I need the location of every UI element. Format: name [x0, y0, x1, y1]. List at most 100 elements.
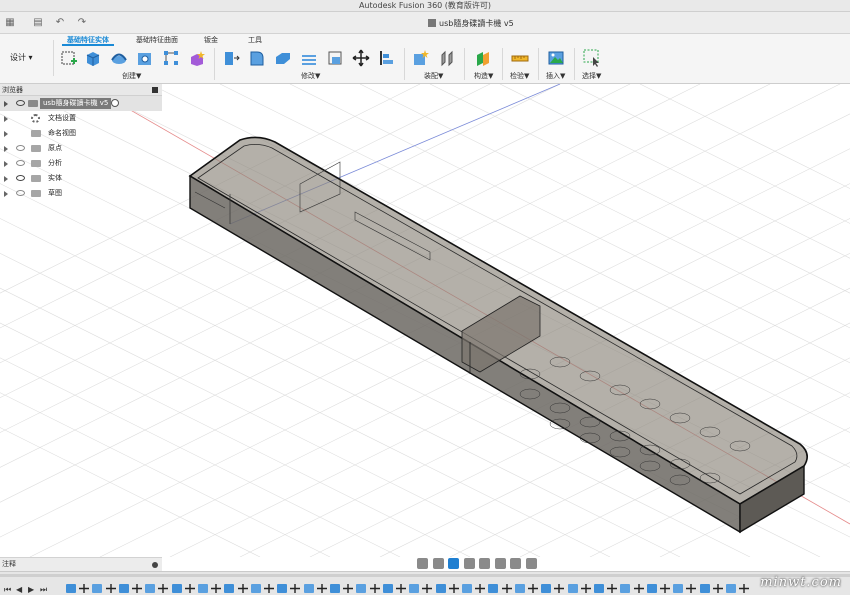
browser-item-origin[interactable]: 原点 — [0, 141, 162, 156]
extrude-feature-icon[interactable] — [330, 584, 340, 593]
extrude-feature-icon[interactable] — [382, 584, 393, 593]
play-icon[interactable]: ▶ — [28, 585, 34, 594]
browser-item-sketches[interactable]: 草图 — [0, 186, 162, 201]
extrude-icon[interactable] — [84, 49, 102, 67]
fast-forward-icon[interactable]: ⏭ — [40, 585, 47, 595]
move-feature-icon[interactable] — [528, 584, 538, 593]
move-feature-icon[interactable] — [132, 584, 142, 593]
move-feature-icon[interactable] — [343, 584, 354, 593]
modify-menu[interactable]: 修改▼ — [301, 71, 320, 81]
extrude-feature-icon[interactable] — [277, 584, 288, 593]
extrude-feature-icon[interactable] — [409, 584, 420, 593]
extrude-feature-icon[interactable] — [673, 584, 684, 593]
tab-solid[interactable]: 基础特征实体 — [62, 34, 114, 46]
move-feature-icon[interactable] — [237, 584, 248, 593]
activate-radio-icon[interactable] — [111, 99, 119, 107]
browser-root-item[interactable]: usb隨身碟讀卡機 v5 — [0, 96, 162, 111]
extrude-feature-icon[interactable] — [726, 584, 736, 593]
move-feature-icon[interactable] — [158, 584, 169, 593]
extrude-feature-icon[interactable] — [303, 584, 314, 593]
move-feature-icon[interactable] — [105, 584, 116, 593]
select-icon[interactable] — [583, 49, 601, 67]
extrude-feature-icon[interactable] — [171, 584, 182, 593]
shell-icon[interactable] — [300, 49, 318, 67]
comments-panel[interactable]: 注释 — [0, 557, 162, 571]
fillet-icon[interactable] — [248, 49, 266, 67]
expand-icon[interactable] — [4, 161, 8, 167]
browser-item-analysis[interactable]: 分析 — [0, 156, 162, 171]
visibility-eye-icon[interactable] — [16, 100, 25, 106]
move-feature-icon[interactable] — [660, 584, 670, 593]
extrude-feature-icon[interactable] — [488, 584, 499, 593]
move-feature-icon[interactable] — [580, 584, 591, 593]
extrude-feature-icon[interactable] — [198, 584, 208, 593]
insert-image-icon[interactable] — [547, 49, 565, 67]
move-feature-icon[interactable] — [739, 584, 750, 593]
document-tab[interactable]: usb隨身碟讀卡機 v5 — [420, 16, 522, 32]
move-feature-icon[interactable] — [264, 584, 274, 593]
add-comment-icon[interactable] — [152, 562, 158, 568]
workspace-switcher[interactable]: 设计 ▾ — [0, 40, 54, 76]
move-feature-icon[interactable] — [633, 584, 644, 593]
move-feature-icon[interactable] — [686, 584, 697, 593]
expand-icon[interactable] — [4, 146, 8, 152]
zoom-icon[interactable] — [463, 558, 475, 569]
revolve-icon[interactable] — [110, 49, 128, 67]
expand-icon[interactable] — [4, 116, 8, 122]
extrude-feature-icon[interactable] — [118, 584, 129, 593]
visibility-eye-icon[interactable] — [16, 145, 25, 151]
offset-plane-icon[interactable] — [474, 49, 492, 67]
undo-icon[interactable]: ↶ — [52, 16, 68, 30]
extrude-feature-icon[interactable] — [145, 584, 156, 593]
step-back-icon[interactable]: ◀ — [16, 585, 22, 594]
extrude-feature-icon[interactable] — [435, 584, 446, 593]
extrude-feature-icon[interactable] — [541, 584, 552, 593]
visibility-eye-icon[interactable] — [16, 160, 25, 166]
browser-item-bodies[interactable]: 实体 — [0, 171, 162, 186]
measure-icon[interactable] — [511, 49, 529, 67]
move-feature-icon[interactable] — [369, 584, 380, 593]
inspect-menu[interactable]: 检验▼ — [510, 71, 529, 81]
extrude-feature-icon[interactable] — [594, 584, 604, 593]
chamfer-icon[interactable] — [274, 49, 292, 67]
move-feature-icon[interactable] — [712, 584, 723, 593]
pattern-icon[interactable] — [162, 49, 180, 67]
extrude-feature-icon[interactable] — [66, 584, 76, 593]
file-menu-icon[interactable]: ▦ — [2, 16, 18, 30]
joint-icon[interactable] — [438, 49, 456, 67]
extrude-feature-icon[interactable] — [699, 584, 710, 593]
fit-icon[interactable] — [479, 558, 491, 569]
browser-item-named-views[interactable]: 命名视图 — [0, 126, 162, 141]
pan-icon[interactable] — [448, 558, 460, 569]
expand-icon[interactable] — [4, 191, 8, 197]
move-feature-icon[interactable] — [448, 584, 459, 593]
move-feature-icon[interactable] — [422, 584, 433, 593]
move-feature-icon[interactable] — [184, 584, 195, 593]
extrude-feature-icon[interactable] — [92, 584, 103, 593]
create-menu[interactable]: 创建▼ — [122, 71, 141, 81]
align-icon[interactable] — [378, 49, 396, 67]
tab-surface[interactable]: 基础特征曲面 — [132, 34, 182, 46]
create-sketch-icon[interactable] — [60, 49, 78, 67]
expand-icon[interactable] — [4, 176, 8, 182]
assemble-menu[interactable]: 装配▼ — [424, 71, 443, 81]
new-component-icon[interactable] — [412, 49, 430, 67]
move-feature-icon[interactable] — [501, 584, 512, 593]
tab-sheet-metal[interactable]: 钣金 — [200, 34, 222, 46]
tab-tools[interactable]: 工具 — [244, 34, 266, 46]
expand-icon[interactable] — [4, 101, 8, 107]
extrude-feature-icon[interactable] — [250, 584, 261, 593]
viewports-icon[interactable] — [525, 558, 537, 569]
orbit-icon[interactable] — [417, 558, 428, 569]
move-feature-icon[interactable] — [554, 584, 565, 593]
move-feature-icon[interactable] — [475, 584, 486, 593]
move-feature-icon[interactable] — [79, 584, 90, 593]
save-icon[interactable]: ▤ — [30, 16, 46, 30]
visibility-eye-icon[interactable] — [16, 175, 25, 181]
browser-item-document-settings[interactable]: 文档设置 — [0, 111, 162, 126]
extrude-feature-icon[interactable] — [224, 584, 235, 593]
extrude-feature-icon[interactable] — [646, 584, 657, 593]
move-feature-icon[interactable] — [607, 584, 618, 593]
grid-settings-icon[interactable] — [510, 558, 522, 569]
timeline-scrollbar[interactable] — [0, 574, 850, 577]
